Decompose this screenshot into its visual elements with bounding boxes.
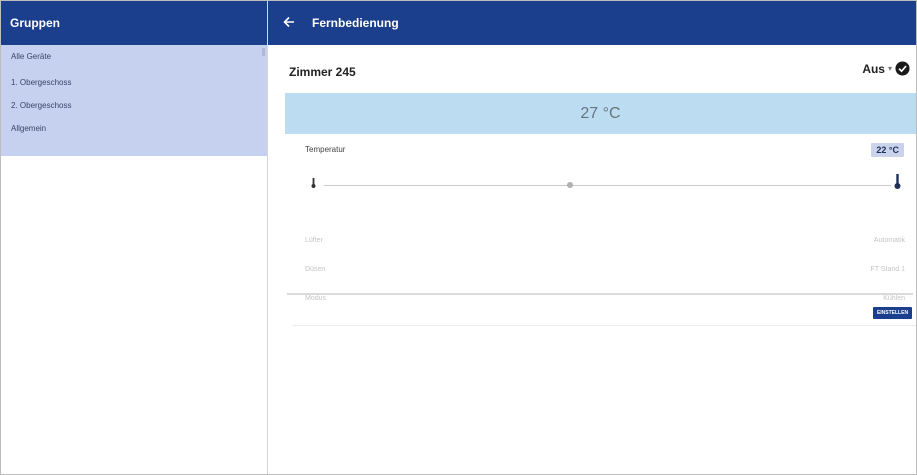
app-window: Gruppen Alle Geräte 1. Obergeschoss 2. O… — [0, 0, 917, 475]
bottom-divider — [293, 325, 916, 326]
set-button[interactable]: EINSTELLEN — [873, 307, 912, 319]
nozzle-setting-row[interactable]: Düsen FT Stand 1 — [305, 266, 905, 280]
check-circle-icon — [895, 61, 910, 76]
temperature-slider-thumb[interactable] — [567, 182, 573, 188]
remote-control-panel: Fernbedienung Zimmer 245 Aus ▾ 27 °C Tem… — [268, 1, 916, 474]
arrow-left-icon[interactable] — [282, 15, 296, 29]
nozzle-setting-value: FT Stand 1 — [870, 266, 905, 273]
group-item-general[interactable]: Allgemein — [1, 117, 267, 140]
fan-setting-label: Lüfter — [305, 237, 323, 244]
mode-setting-row[interactable]: Modus Kühlen — [305, 295, 905, 309]
mode-setting-value: Kühlen — [883, 295, 905, 302]
groups-header: Gruppen — [1, 1, 267, 45]
remote-header: Fernbedienung — [268, 1, 916, 45]
current-temperature-display: 27 °C — [285, 93, 916, 134]
room-name: Zimmer 245 — [289, 65, 356, 79]
group-item-second-floor[interactable]: 2. Obergeschoss — [1, 94, 267, 117]
group-item-all-devices[interactable]: Alle Geräte — [1, 45, 267, 71]
chevron-down-icon: ▾ — [887, 64, 892, 73]
group-list: Alle Geräte 1. Obergeschoss 2. Obergesch… — [1, 45, 267, 156]
list-scrollbar[interactable] — [262, 48, 265, 56]
section-divider — [287, 293, 913, 295]
power-state-label: Aus — [862, 61, 885, 76]
thermometer-high-icon — [894, 174, 901, 189]
nozzle-setting-label: Düsen — [305, 266, 326, 273]
group-item-first-floor[interactable]: 1. Obergeschoss — [1, 71, 267, 94]
temperature-slider[interactable] — [324, 185, 891, 186]
mode-setting-label: Modus — [305, 295, 327, 302]
groups-panel: Gruppen Alle Geräte 1. Obergeschoss 2. O… — [1, 1, 268, 474]
thermometer-low-icon — [311, 178, 316, 188]
fan-setting-row[interactable]: Lüfter Automatik — [305, 237, 905, 251]
page-title: Fernbedienung — [312, 16, 399, 30]
fan-setting-value: Automatik — [873, 237, 905, 244]
temperature-label: Temperatur — [305, 145, 346, 154]
power-toggle[interactable]: Aus ▾ — [862, 61, 910, 76]
temperature-setpoint-badge: 22 °C — [871, 143, 904, 157]
